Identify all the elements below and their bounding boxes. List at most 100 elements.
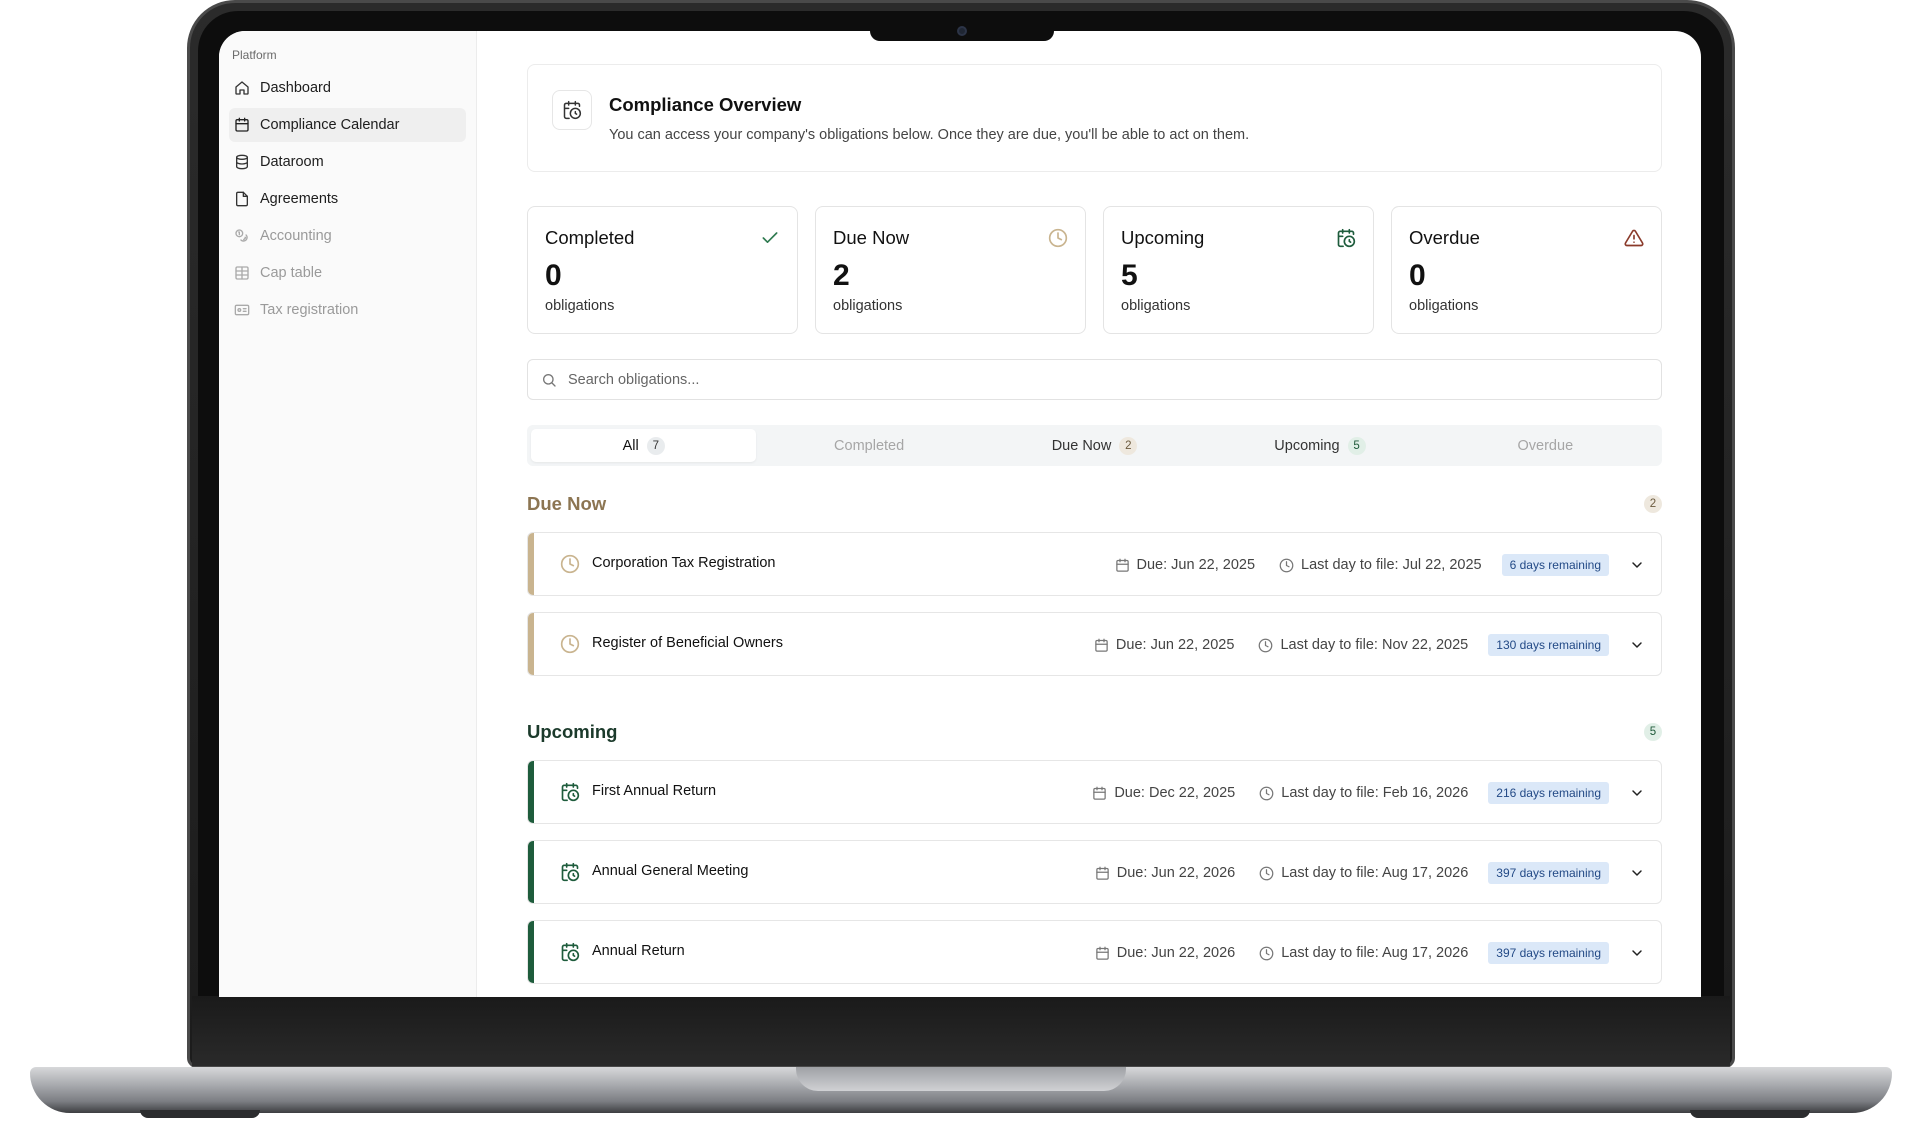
sidebar-item-dashboard[interactable]: Dashboard [229, 71, 466, 105]
stat-card-overdue: Overdue 0 obligations [1391, 206, 1662, 334]
camera-icon [957, 26, 967, 36]
stat-value: 2 [833, 259, 850, 292]
database-icon [236, 154, 248, 170]
last-day-text: Last day to file: Nov 22, 2025 [1280, 637, 1469, 653]
tab-count: 2 [1119, 436, 1138, 455]
calendar-clock-icon [563, 100, 582, 120]
sidebar-item-dataroom[interactable]: Dataroom [229, 145, 466, 179]
tab-count: 5 [1347, 436, 1366, 455]
clock-icon [560, 554, 580, 574]
obligation-row[interactable]: Annual General Meeting Due: Jun 22, 2026… [527, 840, 1662, 904]
stat-card-due-now: Due Now 2 obligations [815, 206, 1086, 334]
page-subtitle: You can access your company's obligation… [609, 127, 1250, 143]
due-date: Due: Jun 22, 2025 [1115, 557, 1256, 573]
tab-label: Completed [834, 437, 905, 454]
search-input[interactable] [568, 360, 1648, 399]
tab-completed[interactable]: Completed [756, 429, 981, 462]
sidebar-item-compliance-calendar[interactable]: Compliance Calendar [229, 108, 466, 142]
section-due-now: Due Now 2 Corporation Tax Registration D… [527, 492, 1662, 676]
file-icon [236, 191, 248, 207]
tab-due-now[interactable]: Due Now 2 [982, 429, 1207, 462]
obligation-title: Register of Beneficial Owners [592, 635, 783, 651]
obligation-row[interactable]: Corporation Tax Registration Due: Jun 22… [527, 532, 1662, 596]
due-date: Due: Jun 22, 2026 [1095, 865, 1236, 881]
stat-unit: obligations [545, 298, 615, 314]
last-day-to-file: Last day to file: Jul 22, 2025 [1279, 557, 1482, 573]
section-title: Due Now [527, 493, 607, 514]
obligation-meta: Due: Jun 22, 2025 Last day to file: Jul … [1115, 533, 1645, 595]
clock-icon [1259, 638, 1273, 652]
sidebar-item-label: Dashboard [260, 80, 331, 96]
due-date-text: Due: Dec 22, 2025 [1114, 785, 1236, 801]
obligation-row[interactable]: Register of Beneficial Owners Due: Jun 2… [527, 612, 1662, 676]
stat-value: 0 [1409, 259, 1426, 292]
overview-icon-box [552, 90, 592, 130]
stat-title: Overdue [1409, 227, 1480, 248]
chevron-down-icon[interactable] [1629, 945, 1645, 961]
app-screen: Platform Dashboard Compliance Calendar D… [219, 31, 1701, 997]
calendar-icon [1095, 866, 1109, 880]
stat-card-completed: Completed 0 obligations [527, 206, 798, 334]
tab-label: All [622, 437, 639, 454]
sidebar-group-label: Platform [232, 48, 277, 62]
row-accent [528, 613, 534, 675]
compliance-overview-card: Compliance Overview You can access your … [527, 64, 1662, 172]
last-day-text: Last day to file: Jul 22, 2025 [1301, 557, 1482, 573]
obligation-meta: Due: Jun 22, 2025 Last day to file: Nov … [1094, 613, 1645, 675]
sidebar-item-tax-registration[interactable]: Tax registration [229, 293, 466, 327]
sidebar-item-label: Dataroom [260, 154, 324, 170]
laptop-foot [1690, 1110, 1810, 1118]
main-content: Compliance Overview You can access your … [527, 64, 1662, 984]
section-header: Due Now 2 [527, 492, 1662, 516]
sidebar: Platform Dashboard Compliance Calendar D… [219, 31, 477, 997]
sidebar-item-label: Compliance Calendar [260, 117, 400, 133]
stat-unit: obligations [833, 298, 903, 314]
due-date-text: Due: Jun 22, 2026 [1116, 865, 1236, 881]
clock-icon [1048, 228, 1068, 248]
tab-all[interactable]: All 7 [531, 429, 757, 462]
clock-icon [1259, 786, 1274, 800]
chevron-down-icon[interactable] [1629, 785, 1645, 801]
stat-value: 0 [545, 259, 562, 292]
warning-icon [1624, 229, 1644, 247]
obligation-meta: Due: Jun 22, 2026 Last day to file: Aug … [1095, 921, 1645, 983]
last-day-to-file: Last day to file: Feb 16, 2026 [1259, 785, 1468, 801]
last-day-to-file: Last day to file: Aug 17, 2026 [1259, 865, 1468, 881]
obligation-row[interactable]: First Annual Return Due: Dec 22, 2025 La… [527, 760, 1662, 824]
days-remaining-badge: 397 days remaining [1488, 942, 1609, 964]
calendar-clock-icon [561, 862, 580, 882]
section-count-badge: 2 [1644, 495, 1662, 513]
chevron-down-icon[interactable] [1629, 637, 1645, 653]
sidebar-item-label: Cap table [260, 265, 323, 281]
calendar-icon [1093, 786, 1107, 800]
search-icon [543, 374, 556, 387]
calendar-clock-icon [561, 782, 580, 802]
clock-icon [1259, 946, 1274, 960]
sidebar-item-accounting[interactable]: Accounting [229, 219, 466, 253]
tab-label: Due Now [1051, 437, 1112, 454]
laptop-foot [140, 1110, 260, 1118]
row-accent [528, 533, 534, 595]
stat-card-upcoming: Upcoming 5 obligations [1103, 206, 1374, 334]
tab-overdue[interactable]: Overdue [1433, 429, 1658, 462]
calendar-icon [235, 117, 249, 132]
chevron-down-icon[interactable] [1629, 557, 1645, 573]
tab-upcoming[interactable]: Upcoming 5 [1207, 429, 1432, 462]
sidebar-item-cap-table[interactable]: Cap table [229, 256, 466, 290]
calendar-icon [1115, 558, 1129, 572]
calendar-icon [1095, 946, 1109, 960]
obligation-row[interactable]: Annual Return Due: Jun 22, 2026 Last day… [527, 920, 1662, 984]
due-date-text: Due: Jun 22, 2025 [1136, 557, 1256, 573]
chevron-down-icon[interactable] [1629, 865, 1645, 881]
row-accent [528, 761, 534, 823]
obligation-title: Annual Return [592, 943, 685, 959]
clock-icon [560, 634, 580, 654]
home-icon [235, 81, 249, 95]
calendar-clock-icon [1337, 228, 1356, 248]
days-remaining-badge: 397 days remaining [1488, 862, 1609, 884]
sidebar-item-agreements[interactable]: Agreements [229, 182, 466, 216]
due-date: Due: Jun 22, 2026 [1095, 945, 1235, 961]
section-upcoming: Upcoming 5 First Annual Return Due: Dec … [527, 720, 1662, 984]
obligation-title: Corporation Tax Registration [592, 555, 776, 571]
table-icon [235, 266, 249, 280]
